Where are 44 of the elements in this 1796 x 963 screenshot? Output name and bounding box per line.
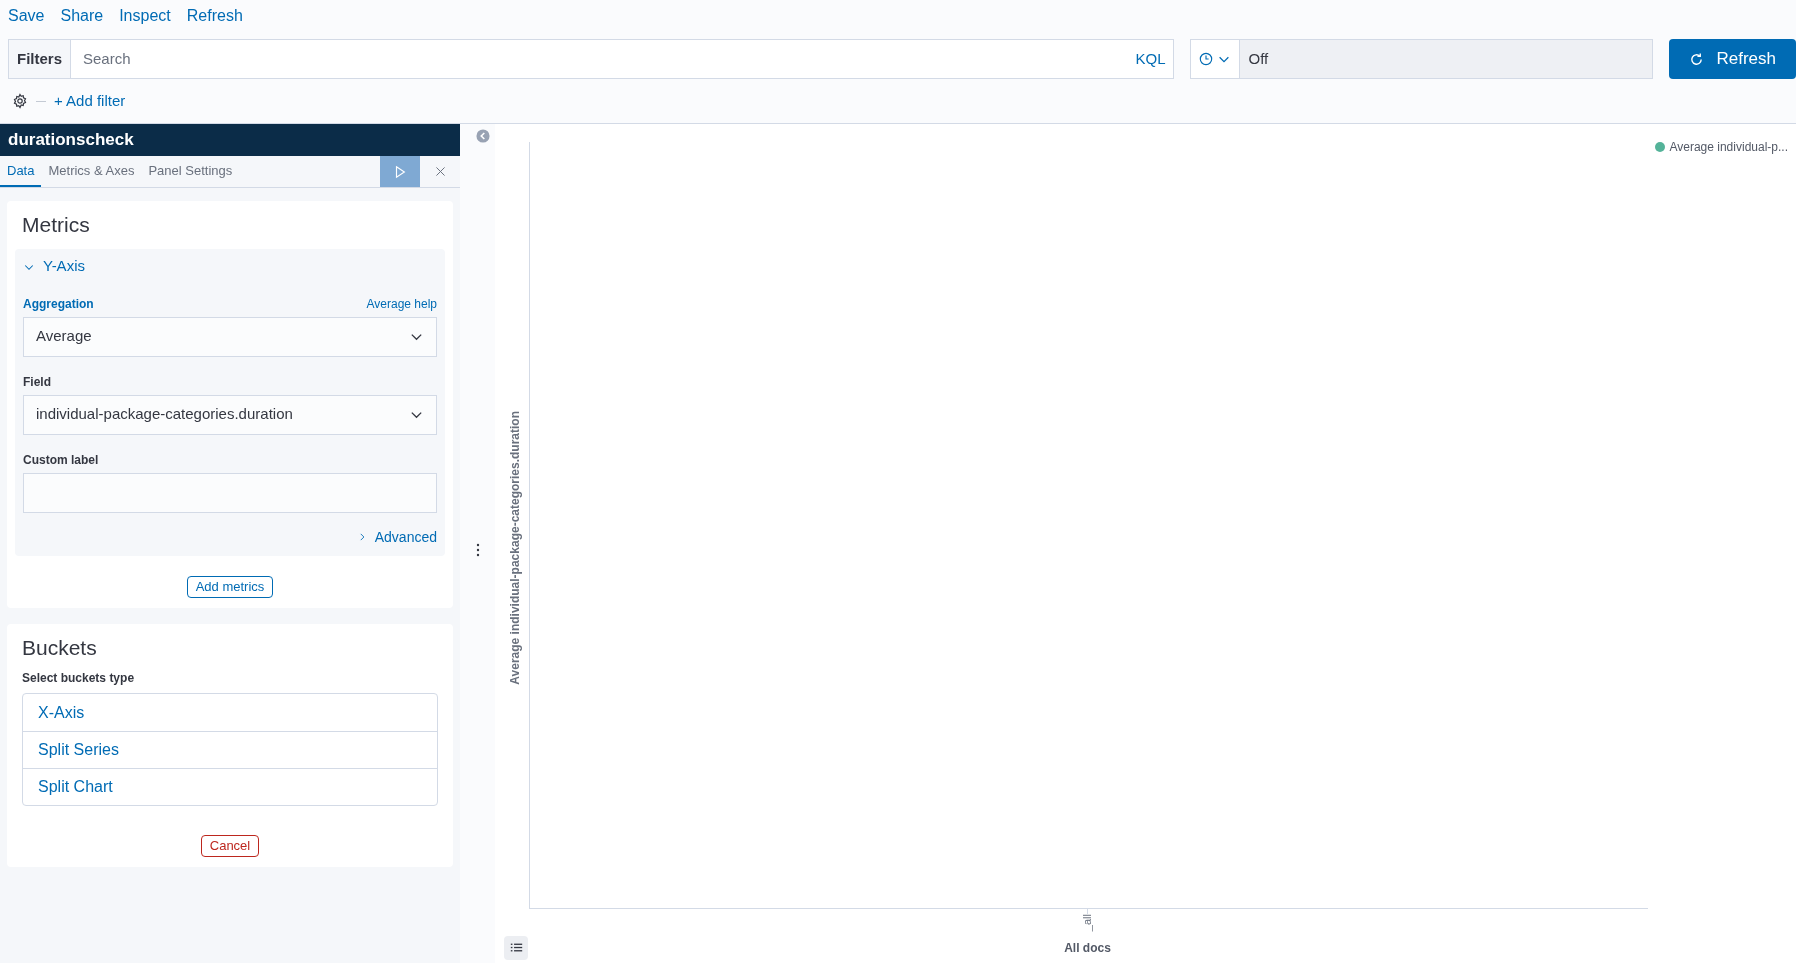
cancel-button[interactable]: Cancel: [200, 835, 260, 857]
x-axis-title: All docs: [1064, 940, 1111, 957]
custom-label-label: Custom label: [23, 451, 100, 469]
menu-link[interactable]: Inspect: [119, 4, 171, 28]
y-axis-toggle[interactable]: Y-Axis: [23, 248, 437, 285]
filters-label: Filters: [8, 39, 71, 79]
menu-link[interactable]: Save: [8, 4, 45, 28]
buckets-type-label: Select buckets type: [21, 670, 136, 687]
search-field[interactable]: Search: [71, 39, 1128, 79]
refresh-interval-value: Off: [1247, 48, 1270, 69]
aggregation-select[interactable]: Average: [23, 316, 437, 357]
metrics-heading: Metrics: [21, 212, 91, 238]
field-select[interactable]: individual-package-categories.duration: [23, 394, 437, 435]
buckets-heading: Buckets: [21, 634, 98, 661]
editor-tab[interactable]: Panel Settings: [141, 156, 240, 187]
query-language-button[interactable]: KQL: [1127, 39, 1175, 79]
editor-tab[interactable]: Metrics & Axes: [41, 156, 142, 187]
add-filter-button[interactable]: + Add filter: [54, 89, 126, 113]
clock-dropdown-button[interactable]: [1191, 40, 1241, 78]
refresh-button[interactable]: Refresh: [1669, 39, 1796, 79]
y-axis-title: Average individual-package-categories.duration: [507, 410, 523, 685]
legend-item[interactable]: Average individual-p...: [1655, 138, 1788, 156]
help-link[interactable]: Average help: [366, 294, 437, 313]
legend-toggle-button[interactable]: [504, 936, 528, 960]
add-metrics-button[interactable]: Add metrics: [186, 575, 274, 598]
play-icon: [393, 164, 407, 179]
clock-icon: [1199, 52, 1214, 66]
close-icon: [433, 165, 447, 178]
menu-link[interactable]: Share: [60, 4, 104, 28]
advanced-toggle[interactable]: Advanced: [356, 526, 437, 548]
x-axis-tick-label: _all: [1080, 913, 1095, 931]
custom-label-field[interactable]: [23, 472, 437, 513]
refresh-icon: [1689, 51, 1705, 67]
bucket-type-option[interactable]: Split Series: [23, 731, 437, 768]
collapse-icon[interactable]: [475, 129, 490, 143]
field-label: Field: [23, 373, 52, 391]
settings-icon[interactable]: [12, 93, 28, 109]
editor-title: durationscheck: [0, 124, 460, 156]
editor-tab[interactable]: Data: [0, 156, 42, 187]
bucket-type-option[interactable]: Split Chart: [23, 768, 437, 805]
bucket-type-option[interactable]: X-Axis: [23, 694, 437, 731]
menu-link[interactable]: Refresh: [186, 4, 243, 28]
drag-handle-icon[interactable]: [475, 543, 480, 557]
aggregation-label: Aggregation: [23, 295, 94, 313]
